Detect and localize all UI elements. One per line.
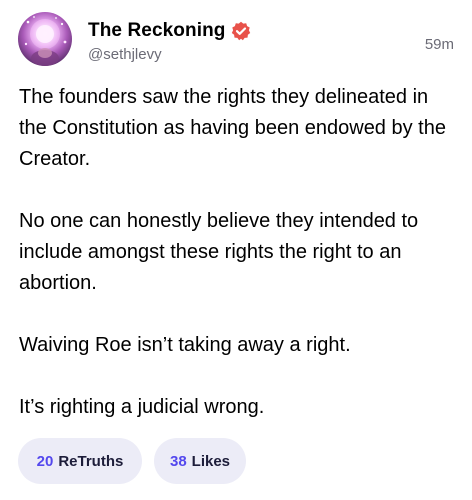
post-paragraph: No one can honestly believe they intende… [19, 210, 419, 294]
post-paragraph: The founders saw the rights they delinea… [19, 86, 446, 170]
avatar-glowing-face-icon [24, 16, 67, 66]
verified-badge-icon [231, 21, 251, 41]
post-actions: 20 ReTruths 38 Likes [18, 438, 246, 484]
post-body: The founders saw the rights they delinea… [19, 82, 459, 423]
likes-button[interactable]: 38 Likes [154, 438, 246, 484]
name-row: The Reckoning [88, 18, 251, 44]
retruths-label: ReTruths [58, 452, 124, 470]
post-timestamp: 59m [424, 36, 454, 53]
retruths-button[interactable]: 20 ReTruths [18, 438, 142, 484]
post-card: The Reckoning @sethjlevy 59m The founder… [0, 0, 472, 500]
display-name[interactable]: The Reckoning [88, 20, 225, 42]
post-paragraph: It’s righting a judicial wrong. [19, 396, 265, 418]
post-header: The Reckoning @sethjlevy 59m [18, 12, 454, 68]
likes-label: Likes [191, 452, 231, 470]
post-paragraph: Waiving Roe isn’t taking away a right. [19, 334, 351, 356]
avatar[interactable] [18, 12, 72, 66]
user-handle[interactable]: @sethjlevy [88, 46, 162, 63]
likes-count: 38 [169, 452, 187, 470]
retruths-count: 20 [36, 452, 54, 470]
